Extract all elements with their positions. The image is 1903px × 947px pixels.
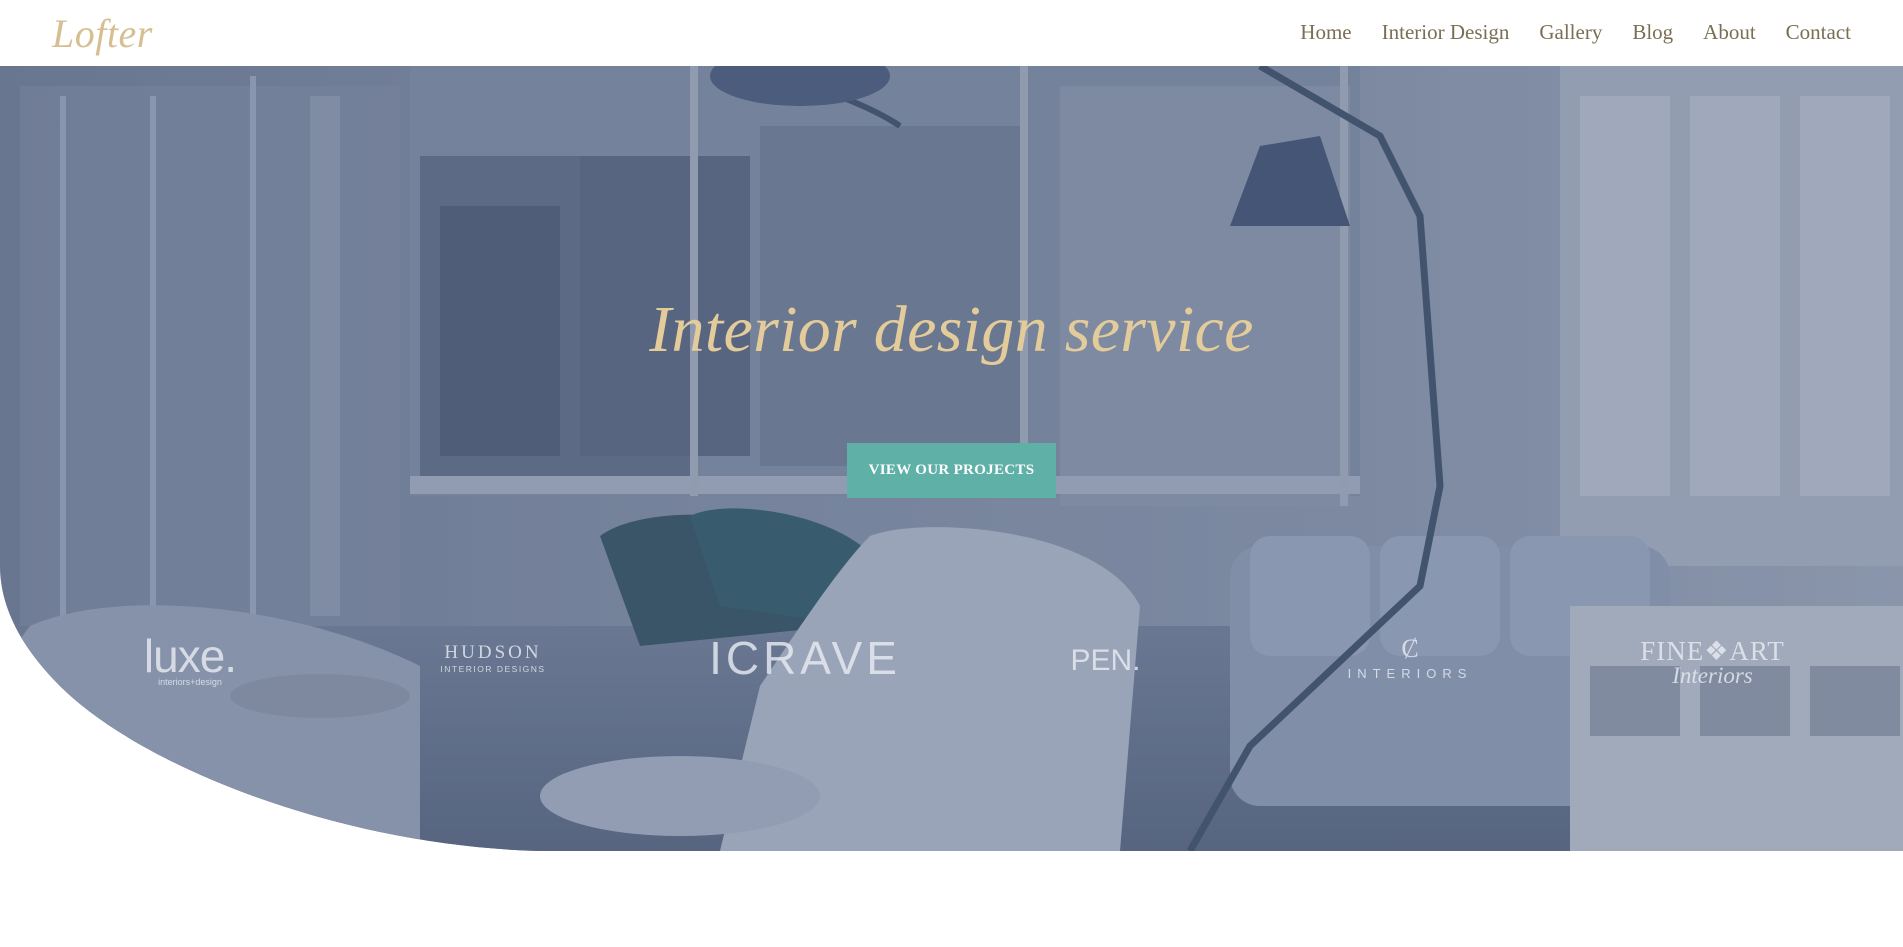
view-projects-button[interactable]: VIEW OUR PROJECTS xyxy=(847,443,1056,498)
nav-about[interactable]: About xyxy=(1703,20,1756,45)
brand-logo-interiors: Ȼ INTERIORS xyxy=(1330,634,1490,681)
hero-title: Interior design service xyxy=(649,293,1254,366)
nav-home[interactable]: Home xyxy=(1300,20,1351,45)
brand-logo-pen: PEN. xyxy=(1070,644,1141,677)
main-nav: Home Interior Design Gallery Blog About … xyxy=(1300,20,1851,45)
nav-contact[interactable]: Contact xyxy=(1786,20,1851,45)
brand-logo-hudson: HUDSON INTERIOR DESIGNS xyxy=(438,642,548,674)
brand-interiors-name: INTERIORS xyxy=(1347,666,1473,681)
site-header: Lofter Home Interior Design Gallery Blog… xyxy=(0,0,1903,66)
brand-luxe-name: luxe. xyxy=(143,630,237,682)
hero-section: Interior design service VIEW OUR PROJECT… xyxy=(0,66,1903,851)
nav-gallery[interactable]: Gallery xyxy=(1539,20,1602,45)
brand-logo-luxe: luxe. interiors+design xyxy=(140,633,240,687)
site-logo[interactable]: Lofter xyxy=(52,10,153,57)
brand-icrave-name: ICRAVE xyxy=(709,632,901,684)
brand-hudson-name: HUDSON xyxy=(444,642,542,663)
nav-blog[interactable]: Blog xyxy=(1632,20,1673,45)
nav-interior-design[interactable]: Interior Design xyxy=(1382,20,1510,45)
brand-interiors-mark-icon: Ȼ xyxy=(1401,634,1419,663)
brand-hudson-tagline: INTERIOR DESIGNS xyxy=(440,664,546,674)
brand-logo-icrave: ICRAVE xyxy=(690,631,920,685)
brand-logo-fineart: FINE❖ART Interiors xyxy=(1630,636,1795,689)
